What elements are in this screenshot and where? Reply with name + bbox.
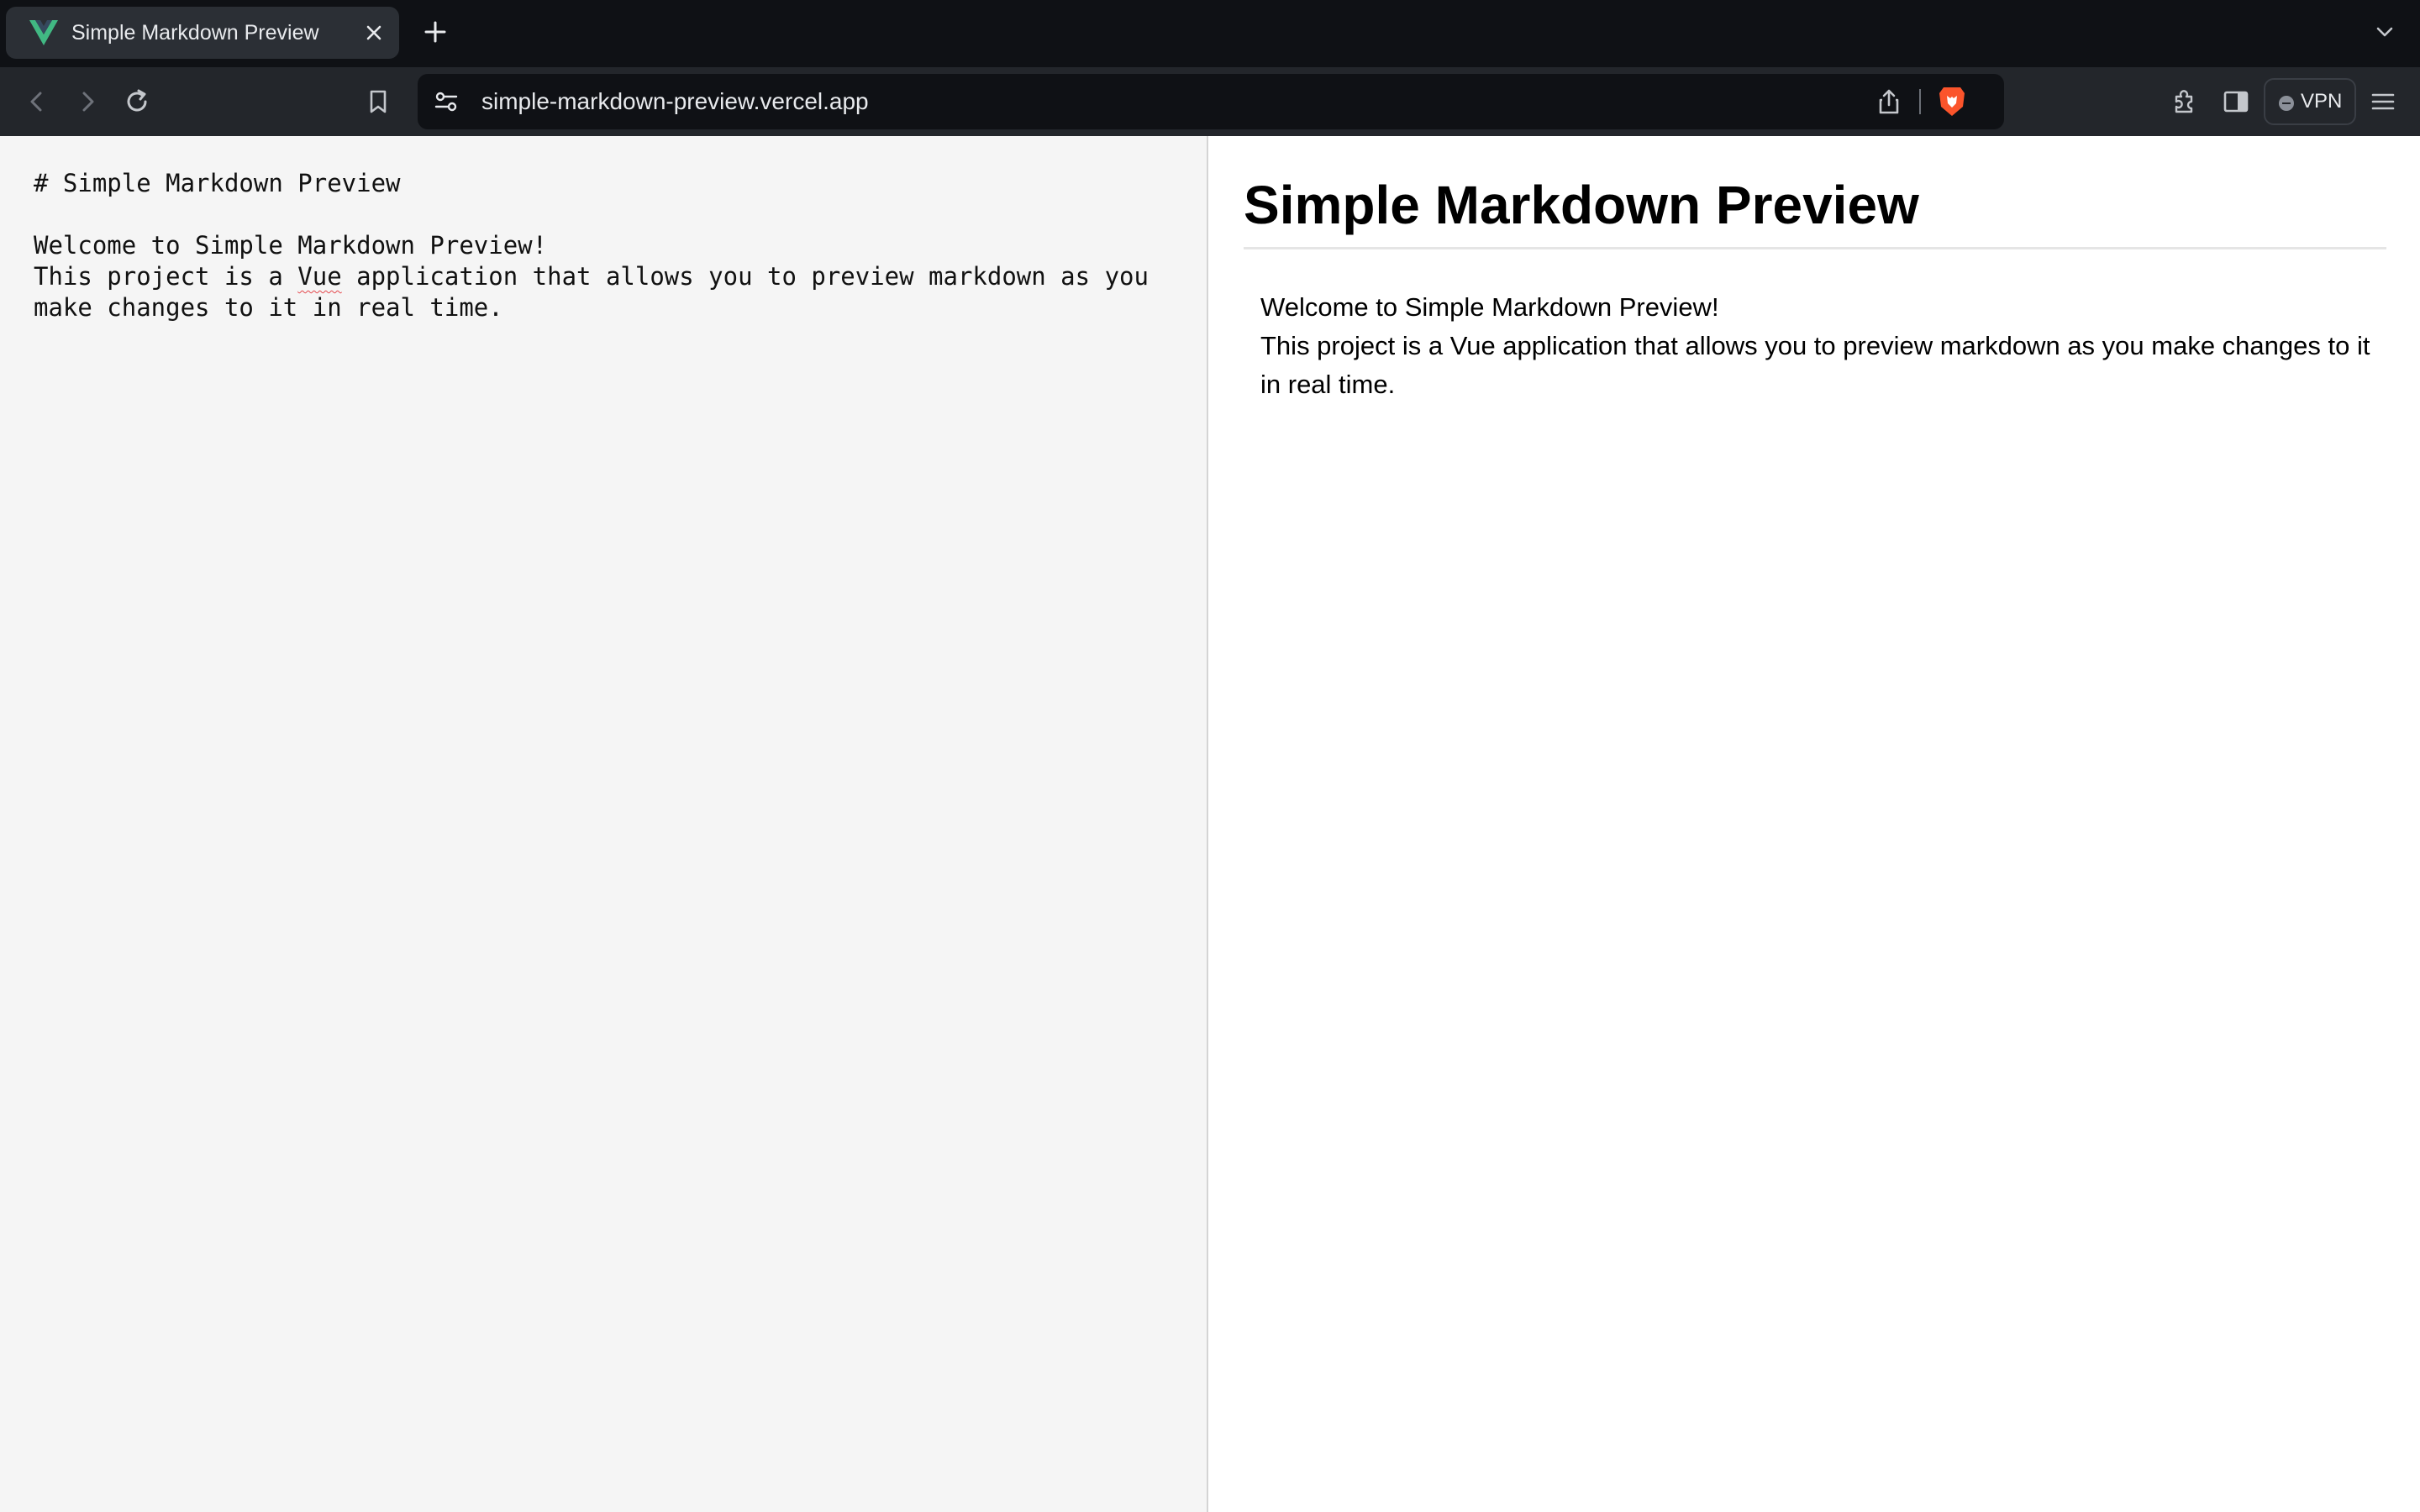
vpn-button[interactable]: VPN bbox=[2264, 78, 2356, 125]
forward-icon[interactable] bbox=[72, 87, 103, 117]
preview-paragraph: Welcome to Simple Markdown Preview! This… bbox=[1244, 288, 2386, 404]
tab-strip: Simple Markdown Preview bbox=[0, 0, 2420, 67]
editor-text: This project is a bbox=[34, 262, 298, 291]
chevron-down-icon[interactable] bbox=[2373, 20, 2396, 44]
markdown-editor[interactable]: # Simple Markdown Preview Welcome to Simp… bbox=[0, 136, 1208, 1512]
editor-line: Welcome to Simple Markdown Preview! bbox=[34, 231, 548, 260]
vpn-status-icon bbox=[2279, 96, 2294, 111]
markdown-preview: Simple Markdown Preview Welcome to Simpl… bbox=[1210, 136, 2420, 1512]
close-icon[interactable] bbox=[362, 21, 386, 45]
preview-line: This project is a Vue application that a… bbox=[1260, 331, 2370, 399]
sidebar-icon[interactable] bbox=[2221, 87, 2251, 117]
page-content: # Simple Markdown Preview Welcome to Simp… bbox=[0, 136, 2420, 1512]
vue-logo-icon bbox=[29, 20, 58, 45]
address-bar[interactable]: simple-markdown-preview.vercel.app bbox=[418, 74, 2004, 129]
browser-tab[interactable]: Simple Markdown Preview bbox=[6, 7, 399, 59]
brave-shield-icon[interactable] bbox=[1937, 85, 1967, 118]
reload-icon[interactable] bbox=[122, 87, 152, 117]
misspelled-word: Vue bbox=[297, 262, 342, 291]
bookmark-icon[interactable] bbox=[363, 87, 393, 117]
vpn-label: VPN bbox=[2301, 90, 2343, 113]
back-icon[interactable] bbox=[22, 87, 52, 117]
preview-line: Welcome to Simple Markdown Preview! bbox=[1260, 292, 1719, 322]
site-info-icon[interactable] bbox=[433, 88, 460, 115]
url-divider bbox=[1919, 89, 1921, 114]
editor-line: This project is a Vue application that a… bbox=[34, 261, 1173, 323]
share-icon[interactable] bbox=[1875, 87, 1903, 116]
preview-heading: Simple Markdown Preview bbox=[1244, 173, 2386, 249]
browser-toolbar: simple-markdown-preview.vercel.app VPN bbox=[0, 67, 2420, 136]
plus-icon[interactable] bbox=[420, 17, 450, 47]
url-text[interactable]: simple-markdown-preview.vercel.app bbox=[481, 74, 869, 129]
menu-icon[interactable] bbox=[2368, 87, 2398, 117]
editor-line: # Simple Markdown Preview bbox=[34, 169, 401, 197]
extensions-icon[interactable] bbox=[2170, 87, 2200, 117]
tab-title: Simple Markdown Preview bbox=[71, 21, 319, 45]
